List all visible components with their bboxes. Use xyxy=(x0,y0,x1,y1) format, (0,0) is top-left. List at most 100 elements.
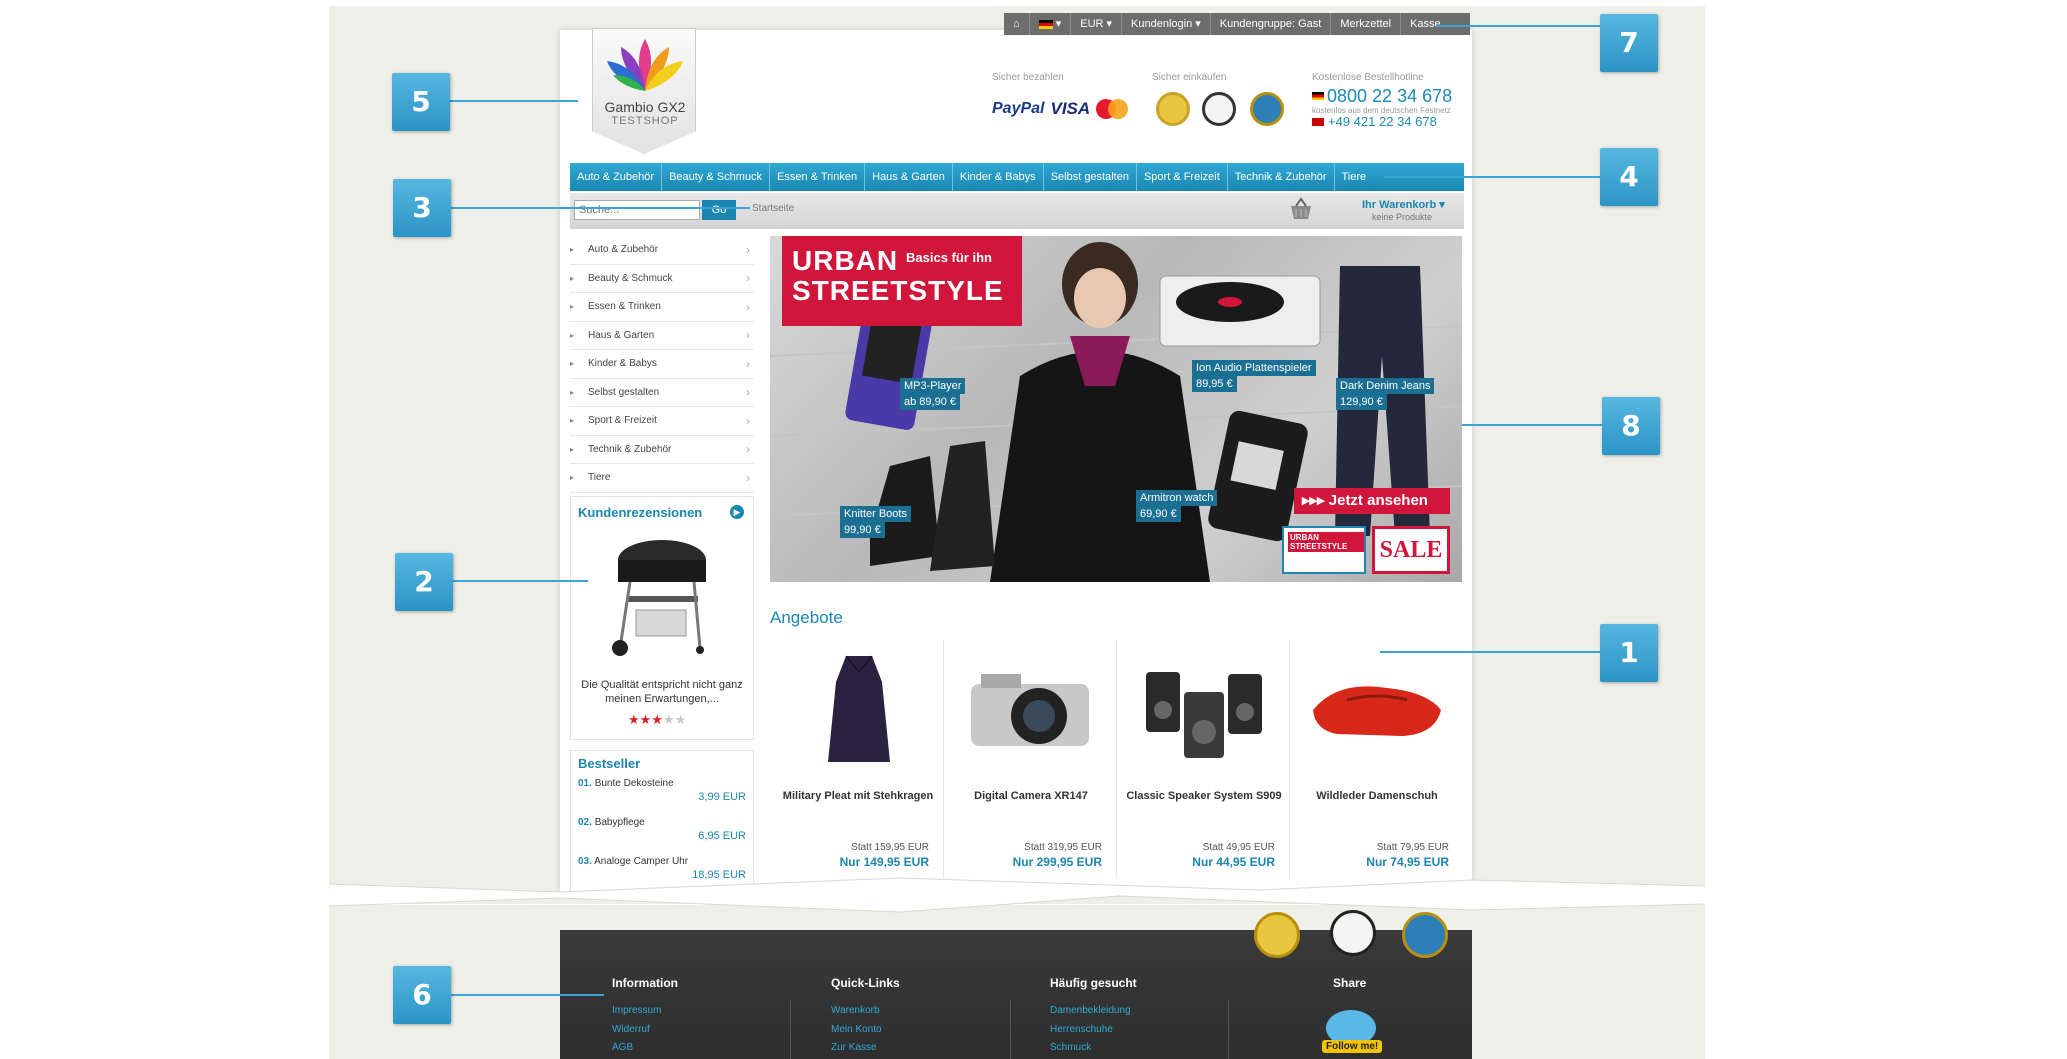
bestseller-name: Analoge Camper Uhr xyxy=(594,856,689,867)
footer-link-mein-konto[interactable]: Mein Konto xyxy=(831,1024,882,1035)
sidebar-item-haus[interactable]: Haus & Garten xyxy=(570,322,754,350)
sidebar-item-auto[interactable]: Auto & Zubehör xyxy=(570,236,754,265)
coat-product-image xyxy=(828,655,890,762)
hero-tag-turntable-name[interactable]: Ion Audio Plattenspieler xyxy=(1192,360,1316,376)
breadcrumb[interactable]: Startseite xyxy=(752,203,794,214)
offer-name: Military Pleat mit Stehkragen xyxy=(782,790,934,802)
offer-card[interactable]: Classic Speaker System S909 Statt 49,95 … xyxy=(1118,640,1290,878)
offer-old-price: Statt 49,95 EUR xyxy=(1202,842,1275,853)
hero-title-streetstyle: STREETSTYLE xyxy=(792,275,1004,306)
hero-tag-jeans-name[interactable]: Dark Denim Jeans xyxy=(1336,378,1435,394)
flag-de-icon xyxy=(1038,19,1053,29)
sidebar-item-essen[interactable]: Essen & Trinken xyxy=(570,293,754,322)
cart-title[interactable]: Ihr Warenkorb ▾ xyxy=(1362,198,1445,211)
search-button[interactable]: Go xyxy=(702,200,736,220)
nav-item-auto[interactable]: Auto & Zubehör xyxy=(570,163,663,191)
hero-tag-boots-price: 99,90 € xyxy=(840,522,885,538)
hero-tag-boots-name[interactable]: Knitter Boots xyxy=(840,506,911,522)
sidebar-item-sport[interactable]: Sport & Freizeit xyxy=(570,407,754,436)
footer-link-widerruf[interactable]: Widerruf xyxy=(612,1024,650,1035)
home-icon[interactable]: ⌂ xyxy=(1004,13,1030,35)
nav-item-kinder[interactable]: Kinder & Babys xyxy=(953,163,1044,191)
footer-share-title: Share xyxy=(1333,976,1367,990)
footer-link-impressum[interactable]: Impressum xyxy=(612,1005,661,1016)
shop-logo[interactable]: Gambio GX2 TESTSHOP xyxy=(592,28,696,154)
sale-badge[interactable]: SALE xyxy=(1372,526,1450,574)
footer-link-schmuck[interactable]: Schmuck xyxy=(1050,1042,1091,1053)
callout-4: 4 xyxy=(1600,148,1658,206)
customer-group: Kundengruppe: Gast xyxy=(1211,13,1332,35)
sidebar-categories: Auto & Zubehör Beauty & Schmuck Essen & … xyxy=(570,236,754,493)
footer-divider xyxy=(1228,1000,1229,1059)
offer-new-price: Nur 44,95 EUR xyxy=(1192,855,1275,869)
star-empty-icon: ★ xyxy=(674,712,687,727)
footer-link-damenbekleidung[interactable]: Damenbekleidung xyxy=(1050,1005,1131,1016)
slider-thumbnail[interactable]: URBAN STREETSTYLE xyxy=(1282,526,1366,574)
footer-link-agb[interactable]: AGB xyxy=(612,1042,633,1053)
arrow-right-icon[interactable]: ▶ xyxy=(730,505,744,519)
hotline-number[interactable]: 0800 22 34 678 xyxy=(1327,86,1452,107)
nav-item-sport[interactable]: Sport & Freizeit xyxy=(1137,163,1228,191)
sidebar-item-beauty[interactable]: Beauty & Schmuck xyxy=(570,265,754,293)
nav-item-haus[interactable]: Haus & Garten xyxy=(865,163,953,191)
bestseller-item[interactable]: 01. Bunte Dekosteine 3,99 EUR xyxy=(578,778,746,803)
reviews-title[interactable]: Kundenrezensionen xyxy=(578,505,702,520)
bestseller-price: 3,99 EUR xyxy=(698,791,746,803)
star-filled-icon: ★ xyxy=(639,712,652,727)
grill-product-image[interactable] xyxy=(600,536,720,660)
offer-name: Digital Camera XR147 xyxy=(974,790,1088,802)
nav-item-beauty[interactable]: Beauty & Schmuck xyxy=(662,163,770,191)
language-selector[interactable]: ▾ xyxy=(1030,13,1072,35)
follow-me-badge[interactable]: Follow me! xyxy=(1322,1040,1383,1053)
hero-tag-mp3-name[interactable]: MP3-Player xyxy=(900,378,966,394)
logo-subtitle: TESTSHOP xyxy=(611,115,679,127)
nav-item-technik[interactable]: Technik & Zubehör xyxy=(1228,163,1335,191)
callout-line-5 xyxy=(450,100,578,102)
offer-card[interactable]: Military Pleat mit Stehkragen Statt 159,… xyxy=(772,640,944,878)
wishlist-link[interactable]: Merkzettel xyxy=(1331,13,1402,35)
payment-logos: PayPal VISA xyxy=(992,98,1130,120)
bestseller-item[interactable]: 03. Analoge Camper Uhr 18,95 EUR xyxy=(578,856,746,881)
shopping-basket-icon[interactable] xyxy=(1288,197,1314,221)
offer-old-price: Statt 79,95 EUR xyxy=(1376,842,1449,853)
speaker-product-image xyxy=(1146,672,1262,758)
offer-new-price: Nur 299,95 EUR xyxy=(1012,855,1102,869)
star-filled-icon: ★ xyxy=(628,712,640,727)
bestseller-rank: 03. xyxy=(578,856,592,867)
sidebar-item-technik[interactable]: Technik & Zubehör xyxy=(570,436,754,464)
currency-selector[interactable]: EUR ▾ xyxy=(1071,13,1123,35)
footer-link-zur-kasse[interactable]: Zur Kasse xyxy=(831,1042,877,1053)
nav-item-tiere[interactable]: Tiere xyxy=(1335,163,1374,191)
hotline-number-international[interactable]: +49 421 22 34 678 xyxy=(1328,114,1437,129)
trust-seal-icon xyxy=(1156,92,1190,126)
bestseller-item[interactable]: 02. Babypflege 6,95 EUR xyxy=(578,817,746,842)
nav-item-essen[interactable]: Essen & Trinken xyxy=(770,163,866,191)
offers-title: Angebote xyxy=(770,608,843,627)
checkout-link[interactable]: Kasse xyxy=(1401,13,1450,35)
annotated-screenshot: ⌂ ▾ EUR ▾ Kundenlogin ▾ Kundengruppe: Ga… xyxy=(0,0,2067,1059)
ssl-seal-icon xyxy=(1402,912,1448,958)
nav-item-selbst[interactable]: Selbst gestalten xyxy=(1044,163,1137,191)
sidebar-item-kinder[interactable]: Kinder & Babys xyxy=(570,350,754,379)
footer-divider xyxy=(1010,1000,1011,1059)
callout-line-1 xyxy=(1380,651,1600,653)
callout-line-4 xyxy=(1384,176,1600,178)
offer-card[interactable]: Digital Camera XR147 Statt 319,95 EUR Nu… xyxy=(945,640,1117,878)
footer-link-herrenschuhe[interactable]: Herrenschuhe xyxy=(1050,1024,1113,1035)
sidebar-item-selbst[interactable]: Selbst gestalten xyxy=(570,379,754,407)
hero-cta-button[interactable]: ▸▸▸ Jetzt ansehen xyxy=(1294,488,1450,514)
ehi-seal-icon xyxy=(1330,910,1376,956)
slider-thumbnail-label: URBAN STREETSTYLE xyxy=(1288,532,1364,552)
callout-line-8 xyxy=(1462,424,1602,426)
footer-popular-title: Häufig gesucht xyxy=(1050,976,1137,990)
customer-login[interactable]: Kundenlogin ▾ xyxy=(1122,13,1211,35)
footer-link-warenkorb[interactable]: Warenkorb xyxy=(831,1005,880,1016)
hero-subtitle: Basics für ihn xyxy=(906,250,992,265)
bestseller-name: Bunte Dekosteine xyxy=(594,778,674,789)
footer-quicklinks-title: Quick-Links xyxy=(831,976,900,990)
search-input[interactable] xyxy=(574,200,700,220)
hero-tag-watch-name[interactable]: Armitron watch xyxy=(1136,490,1218,506)
offer-card[interactable]: Wildleder Damenschuh Statt 79,95 EUR Nur… xyxy=(1291,640,1463,878)
sidebar-item-tiere[interactable]: Tiere xyxy=(570,464,754,493)
callout-8: 8 xyxy=(1602,397,1660,455)
